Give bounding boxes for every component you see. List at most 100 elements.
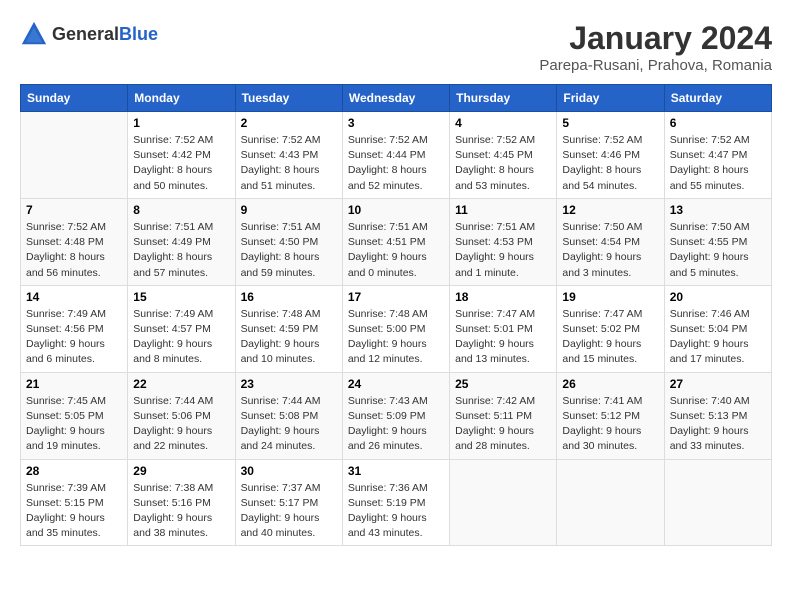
calendar-week-row: 1 Sunrise: 7:52 AM Sunset: 4:42 PM Daylig… <box>21 112 772 199</box>
calendar-cell: 10 Sunrise: 7:51 AM Sunset: 4:51 PM Dayli… <box>342 198 449 285</box>
day-number: 16 <box>241 290 337 304</box>
weekday-header-thursday: Thursday <box>450 85 557 112</box>
day-number: 27 <box>670 377 766 391</box>
day-info: Sunrise: 7:52 AM Sunset: 4:48 PM Dayligh… <box>26 220 122 281</box>
day-number: 26 <box>562 377 658 391</box>
day-info: Sunrise: 7:52 AM Sunset: 4:43 PM Dayligh… <box>241 133 337 194</box>
calendar-cell: 31 Sunrise: 7:36 AM Sunset: 5:19 PM Dayli… <box>342 459 449 546</box>
logo-icon <box>20 20 48 48</box>
day-number: 17 <box>348 290 444 304</box>
day-number: 30 <box>241 464 337 478</box>
day-number: 4 <box>455 116 551 130</box>
day-number: 2 <box>241 116 337 130</box>
weekday-header-sunday: Sunday <box>21 85 128 112</box>
calendar-week-row: 14 Sunrise: 7:49 AM Sunset: 4:56 PM Dayli… <box>21 285 772 372</box>
day-info: Sunrise: 7:51 AM Sunset: 4:49 PM Dayligh… <box>133 220 229 281</box>
weekday-header-row: SundayMondayTuesdayWednesdayThursdayFrid… <box>21 85 772 112</box>
day-info: Sunrise: 7:48 AM Sunset: 5:00 PM Dayligh… <box>348 307 444 368</box>
calendar-cell: 21Sunrise: 7:45 AM Sunset: 5:05 PM Dayli… <box>21 372 128 459</box>
calendar-cell: 22 Sunrise: 7:44 AM Sunset: 5:06 PM Dayli… <box>128 372 235 459</box>
weekday-header-wednesday: Wednesday <box>342 85 449 112</box>
day-number: 10 <box>348 203 444 217</box>
calendar-cell: 2 Sunrise: 7:52 AM Sunset: 4:43 PM Daylig… <box>235 112 342 199</box>
day-number: 9 <box>241 203 337 217</box>
weekday-header-tuesday: Tuesday <box>235 85 342 112</box>
calendar-cell: 8 Sunrise: 7:51 AM Sunset: 4:49 PM Daylig… <box>128 198 235 285</box>
weekday-header-saturday: Saturday <box>664 85 771 112</box>
calendar-cell: 5 Sunrise: 7:52 AM Sunset: 4:46 PM Daylig… <box>557 112 664 199</box>
day-info: Sunrise: 7:44 AM Sunset: 5:08 PM Dayligh… <box>241 394 337 455</box>
day-info: Sunrise: 7:37 AM Sunset: 5:17 PM Dayligh… <box>241 481 337 542</box>
day-number: 6 <box>670 116 766 130</box>
calendar-cell: 29 Sunrise: 7:38 AM Sunset: 5:16 PM Dayli… <box>128 459 235 546</box>
day-info: Sunrise: 7:43 AM Sunset: 5:09 PM Dayligh… <box>348 394 444 455</box>
day-number: 5 <box>562 116 658 130</box>
day-number: 7 <box>26 203 122 217</box>
month-title: January 2024 <box>539 20 772 57</box>
day-info: Sunrise: 7:47 AM Sunset: 5:01 PM Dayligh… <box>455 307 551 368</box>
calendar-cell: 24 Sunrise: 7:43 AM Sunset: 5:09 PM Dayli… <box>342 372 449 459</box>
day-info: Sunrise: 7:49 AM Sunset: 4:56 PM Dayligh… <box>26 307 122 368</box>
day-info: Sunrise: 7:50 AM Sunset: 4:54 PM Dayligh… <box>562 220 658 281</box>
day-number: 31 <box>348 464 444 478</box>
logo-text-general: General <box>52 25 119 43</box>
calendar-cell: 16 Sunrise: 7:48 AM Sunset: 4:59 PM Dayli… <box>235 285 342 372</box>
calendar-week-row: 28 Sunrise: 7:39 AM Sunset: 5:15 PM Dayli… <box>21 459 772 546</box>
location-title: Parepa-Rusani, Prahova, Romania <box>539 57 772 74</box>
calendar-cell: 28 Sunrise: 7:39 AM Sunset: 5:15 PM Dayli… <box>21 459 128 546</box>
day-number: 8 <box>133 203 229 217</box>
title-area: January 2024 Parepa-Rusani, Prahova, Rom… <box>539 20 772 74</box>
calendar-cell: 20 Sunrise: 7:46 AM Sunset: 5:04 PM Dayli… <box>664 285 771 372</box>
weekday-header-monday: Monday <box>128 85 235 112</box>
day-number: 14 <box>26 290 122 304</box>
day-number: 20 <box>670 290 766 304</box>
day-number: 13 <box>670 203 766 217</box>
calendar-cell <box>557 459 664 546</box>
day-info: Sunrise: 7:52 AM Sunset: 4:44 PM Dayligh… <box>348 133 444 194</box>
day-info: Sunrise: 7:50 AM Sunset: 4:55 PM Dayligh… <box>670 220 766 281</box>
day-info: Sunrise: 7:36 AM Sunset: 5:19 PM Dayligh… <box>348 481 444 542</box>
logo-text-blue: Blue <box>119 25 158 43</box>
day-info: Sunrise: 7:49 AM Sunset: 4:57 PM Dayligh… <box>133 307 229 368</box>
calendar-cell: 11 Sunrise: 7:51 AM Sunset: 4:53 PM Dayli… <box>450 198 557 285</box>
day-info: Sunrise: 7:40 AM Sunset: 5:13 PM Dayligh… <box>670 394 766 455</box>
day-number: 22 <box>133 377 229 391</box>
day-number: 3 <box>348 116 444 130</box>
calendar-cell <box>450 459 557 546</box>
day-info: Sunrise: 7:44 AM Sunset: 5:06 PM Dayligh… <box>133 394 229 455</box>
day-info: Sunrise: 7:46 AM Sunset: 5:04 PM Dayligh… <box>670 307 766 368</box>
weekday-header-friday: Friday <box>557 85 664 112</box>
day-info: Sunrise: 7:51 AM Sunset: 4:51 PM Dayligh… <box>348 220 444 281</box>
calendar-cell: 26Sunrise: 7:41 AM Sunset: 5:12 PM Dayli… <box>557 372 664 459</box>
day-info: Sunrise: 7:38 AM Sunset: 5:16 PM Dayligh… <box>133 481 229 542</box>
day-number: 25 <box>455 377 551 391</box>
calendar-cell: 13 Sunrise: 7:50 AM Sunset: 4:55 PM Dayli… <box>664 198 771 285</box>
calendar-cell: 12Sunrise: 7:50 AM Sunset: 4:54 PM Dayli… <box>557 198 664 285</box>
day-number: 19 <box>562 290 658 304</box>
day-number: 23 <box>241 377 337 391</box>
day-number: 29 <box>133 464 229 478</box>
day-number: 11 <box>455 203 551 217</box>
calendar-cell <box>664 459 771 546</box>
calendar-week-row: 21Sunrise: 7:45 AM Sunset: 5:05 PM Dayli… <box>21 372 772 459</box>
calendar-cell: 14 Sunrise: 7:49 AM Sunset: 4:56 PM Dayli… <box>21 285 128 372</box>
calendar-cell: 23 Sunrise: 7:44 AM Sunset: 5:08 PM Dayli… <box>235 372 342 459</box>
day-number: 24 <box>348 377 444 391</box>
day-info: Sunrise: 7:47 AM Sunset: 5:02 PM Dayligh… <box>562 307 658 368</box>
day-info: Sunrise: 7:48 AM Sunset: 4:59 PM Dayligh… <box>241 307 337 368</box>
calendar-cell: 6Sunrise: 7:52 AM Sunset: 4:47 PM Daylig… <box>664 112 771 199</box>
day-info: Sunrise: 7:51 AM Sunset: 4:50 PM Dayligh… <box>241 220 337 281</box>
calendar-cell: 7 Sunrise: 7:52 AM Sunset: 4:48 PM Daylig… <box>21 198 128 285</box>
day-number: 28 <box>26 464 122 478</box>
day-info: Sunrise: 7:52 AM Sunset: 4:46 PM Dayligh… <box>562 133 658 194</box>
day-info: Sunrise: 7:52 AM Sunset: 4:42 PM Dayligh… <box>133 133 229 194</box>
day-number: 15 <box>133 290 229 304</box>
calendar-cell: 18Sunrise: 7:47 AM Sunset: 5:01 PM Dayli… <box>450 285 557 372</box>
day-info: Sunrise: 7:39 AM Sunset: 5:15 PM Dayligh… <box>26 481 122 542</box>
calendar-cell: 19 Sunrise: 7:47 AM Sunset: 5:02 PM Dayli… <box>557 285 664 372</box>
calendar-cell: 25Sunrise: 7:42 AM Sunset: 5:11 PM Dayli… <box>450 372 557 459</box>
day-info: Sunrise: 7:51 AM Sunset: 4:53 PM Dayligh… <box>455 220 551 281</box>
calendar-cell: 27 Sunrise: 7:40 AM Sunset: 5:13 PM Dayli… <box>664 372 771 459</box>
logo: GeneralBlue <box>20 20 158 48</box>
day-number: 1 <box>133 116 229 130</box>
